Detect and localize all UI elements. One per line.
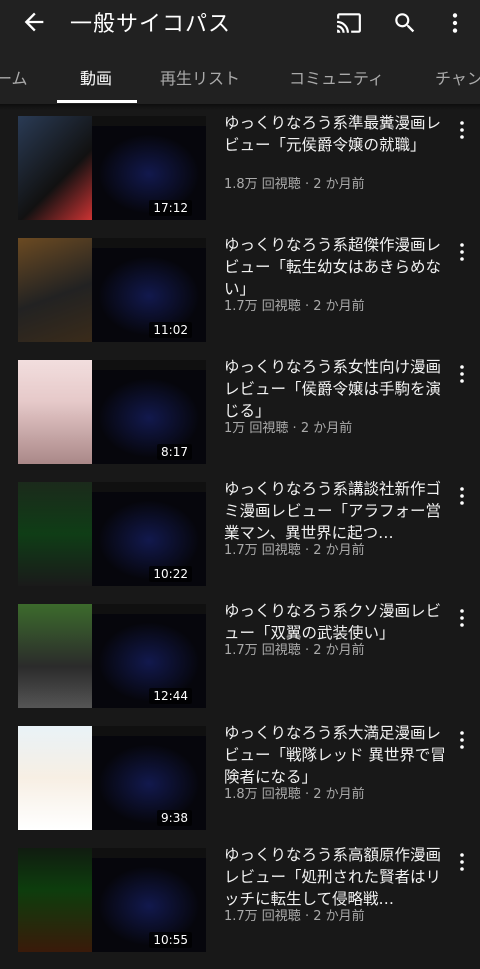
video-meta: 1.7万 回視聴 · 2 か月前 [224, 295, 365, 314]
video-item[interactable]: 10:22 ゆっくりなろう系講談社新作ゴミ漫画レビュー「アラフォー営業マン、異世… [0, 480, 480, 592]
tab-community[interactable]: コミュニティ [289, 65, 384, 89]
app-bar: 一般サイコパス [0, 0, 480, 48]
tab-playlists[interactable]: 再生リスト [160, 65, 240, 89]
video-thumbnail[interactable]: 8:17 [18, 360, 206, 464]
video-item[interactable]: 17:12 ゆっくりなろう系準最糞漫画レビュー「元侯爵令嬢の就職」 1.8万 回… [0, 114, 480, 226]
video-item[interactable]: 8:17 ゆっくりなろう系女性向け漫画レビュー「侯爵令嬢は手駒を演じる」 1万 … [0, 358, 480, 470]
video-meta: 1.8万 回視聴 · 2 か月前 [224, 783, 365, 802]
video-menu-icon[interactable] [452, 240, 472, 264]
tab-shadow [0, 104, 480, 110]
meta-separator: · [300, 177, 314, 192]
upload-age: 2 か月前 [300, 421, 353, 436]
tab-channels[interactable]: チャン [435, 65, 480, 89]
thumbnail-art [18, 116, 92, 220]
meta-separator: · [300, 543, 314, 558]
thumbnail-art [18, 726, 92, 830]
thumbnail-art [18, 848, 92, 952]
thumbnail-art [18, 238, 92, 342]
video-meta: 1.7万 回視聴 · 2 か月前 [224, 539, 365, 558]
video-thumbnail[interactable]: 11:02 [18, 238, 206, 342]
video-item[interactable]: 11:02 ゆっくりなろう系超傑作漫画レビュー「転生幼女はあきらめない」 1.7… [0, 236, 480, 348]
upload-age: 2 か月前 [313, 299, 365, 314]
video-menu-icon[interactable] [452, 118, 472, 142]
meta-separator: · [300, 909, 314, 924]
channel-title: 一般サイコパス [70, 12, 232, 37]
thumbnail-art [18, 604, 92, 708]
cast-icon[interactable] [336, 10, 362, 36]
video-title[interactable]: ゆっくりなろう系大満足漫画レビュー「戦隊レッド 異世界で冒険者になる」 [224, 722, 450, 788]
video-menu-icon[interactable] [452, 606, 472, 630]
video-duration: 17:12 [149, 200, 192, 216]
video-title[interactable]: ゆっくりなろう系超傑作漫画レビュー「転生幼女はあきらめない」 [224, 234, 450, 300]
video-duration: 8:17 [157, 444, 192, 460]
thumbnail-art [18, 360, 92, 464]
video-meta: 1.8万 回視聴 · 2 か月前 [224, 173, 365, 192]
back-arrow-icon[interactable] [20, 8, 48, 36]
thumbnail-art [18, 482, 92, 586]
more-vert-icon[interactable] [442, 10, 468, 36]
video-menu-icon[interactable] [452, 362, 472, 386]
video-meta: 1万 回視聴 · 2 か月前 [224, 417, 352, 436]
meta-separator: · [300, 299, 314, 314]
video-title[interactable]: ゆっくりなろう系女性向け漫画レビュー「侯爵令嬢は手駒を演じる」 [224, 356, 450, 422]
view-count: 1.7万 回視聴 [224, 543, 301, 558]
video-menu-icon[interactable] [452, 850, 472, 874]
video-item[interactable]: 10:55 ゆっくりなろう系高額原作漫画レビュー「処刑された賢者はリッチに転生し… [0, 846, 480, 958]
video-menu-icon[interactable] [452, 728, 472, 752]
video-thumbnail[interactable]: 10:55 [18, 848, 206, 952]
video-thumbnail[interactable]: 10:22 [18, 482, 206, 586]
tab-videos[interactable]: 動画 [80, 65, 112, 89]
upload-age: 2 か月前 [313, 787, 365, 802]
search-icon[interactable] [392, 10, 418, 36]
meta-separator: · [300, 787, 314, 802]
video-title[interactable]: ゆっくりなろう系講談社新作ゴミ漫画レビュー「アラフォー営業マン、異世界に起つ… [224, 478, 450, 544]
video-thumbnail[interactable]: 12:44 [18, 604, 206, 708]
video-title[interactable]: ゆっくりなろう系高額原作漫画レビュー「処刑された賢者はリッチに転生して侵略戦… [224, 844, 450, 910]
channel-tabs: ーム 動画 再生リスト コミュニティ チャン [0, 48, 480, 104]
video-duration: 10:22 [149, 566, 192, 582]
video-duration: 12:44 [149, 688, 192, 704]
view-count: 1.8万 回視聴 [224, 177, 301, 192]
video-item[interactable]: 12:44 ゆっくりなろう系クソ漫画レビュー「双翼の武装使い」 1.7万 回視聴… [0, 602, 480, 714]
active-tab-indicator [57, 100, 137, 103]
video-title[interactable]: ゆっくりなろう系クソ漫画レビュー「双翼の武装使い」 [224, 600, 450, 644]
video-title[interactable]: ゆっくりなろう系準最糞漫画レビュー「元侯爵令嬢の就職」 [224, 112, 450, 156]
tab-home[interactable]: ーム [0, 65, 28, 89]
view-count: 1万 回視聴 [224, 421, 289, 436]
meta-separator: · [288, 421, 301, 436]
video-thumbnail[interactable]: 17:12 [18, 116, 206, 220]
view-count: 1.7万 回視聴 [224, 643, 301, 658]
video-duration: 11:02 [149, 322, 192, 338]
video-meta: 1.7万 回視聴 · 2 か月前 [224, 639, 365, 658]
video-thumbnail[interactable]: 9:38 [18, 726, 206, 830]
meta-separator: · [300, 643, 314, 658]
view-count: 1.7万 回視聴 [224, 909, 301, 924]
upload-age: 2 か月前 [313, 643, 365, 658]
video-duration: 10:55 [149, 932, 192, 948]
upload-age: 2 か月前 [313, 177, 365, 192]
video-meta: 1.7万 回視聴 · 2 か月前 [224, 905, 365, 924]
video-item[interactable]: 9:38 ゆっくりなろう系大満足漫画レビュー「戦隊レッド 異世界で冒険者になる」… [0, 724, 480, 836]
video-menu-icon[interactable] [452, 484, 472, 508]
upload-age: 2 か月前 [313, 543, 365, 558]
video-duration: 9:38 [157, 810, 192, 826]
upload-age: 2 か月前 [313, 909, 365, 924]
view-count: 1.7万 回視聴 [224, 299, 301, 314]
view-count: 1.8万 回視聴 [224, 787, 301, 802]
